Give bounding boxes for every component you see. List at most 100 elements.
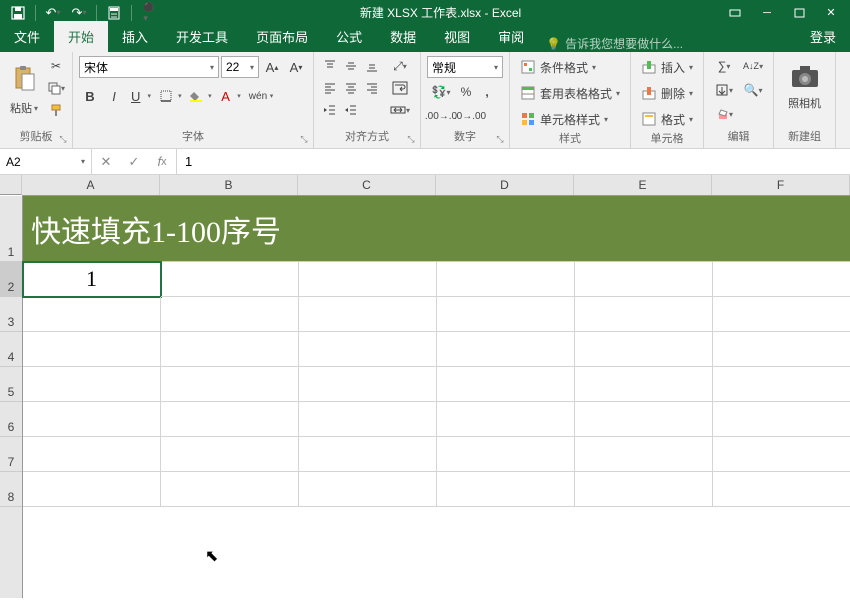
cell[interactable] — [299, 472, 437, 507]
row-header-4[interactable]: 4 — [0, 332, 22, 367]
conditional-format-button[interactable]: 条件格式▾ — [516, 56, 624, 78]
tell-me-search[interactable]: 💡告诉我您想要做什么... — [538, 35, 796, 52]
fill-color-icon[interactable]: ▾ — [187, 85, 215, 107]
tab-formulas[interactable]: 公式 — [322, 21, 376, 52]
cell[interactable] — [713, 367, 850, 402]
cell[interactable] — [437, 402, 575, 437]
tab-review[interactable]: 审阅 — [484, 21, 538, 52]
tab-view[interactable]: 视图 — [430, 21, 484, 52]
cell[interactable] — [437, 297, 575, 332]
tab-data[interactable]: 数据 — [376, 21, 430, 52]
cell[interactable] — [23, 402, 161, 437]
cell-styles-button[interactable]: 单元格样式▾ — [516, 108, 624, 130]
col-header-f[interactable]: F — [712, 175, 850, 195]
decrease-indent-icon[interactable] — [320, 100, 340, 120]
cell[interactable] — [575, 472, 713, 507]
number-format-select[interactable]: 常规▾ — [427, 56, 503, 78]
insert-cells-button[interactable]: 插入▾ — [637, 56, 697, 78]
orientation-icon[interactable]: ⤢▾ — [386, 56, 414, 76]
cell[interactable] — [161, 297, 299, 332]
fx-icon[interactable]: fx — [148, 154, 176, 169]
cell[interactable] — [437, 367, 575, 402]
cancel-formula-icon[interactable]: ✕ — [92, 154, 120, 170]
cell[interactable] — [161, 367, 299, 402]
sort-filter-icon[interactable]: A↓Z▾ — [739, 56, 767, 76]
font-color-icon[interactable]: A▾ — [217, 85, 245, 107]
col-header-e[interactable]: E — [574, 175, 712, 195]
find-select-icon[interactable]: 🔍▾ — [739, 80, 767, 100]
italic-icon[interactable]: I — [103, 85, 125, 107]
cell[interactable] — [299, 402, 437, 437]
accounting-format-icon[interactable]: 💱▾ — [427, 82, 455, 102]
cell[interactable] — [161, 402, 299, 437]
cell[interactable] — [299, 332, 437, 367]
cell[interactable] — [575, 332, 713, 367]
ribbon-options-icon[interactable] — [720, 2, 750, 24]
align-center-icon[interactable] — [341, 78, 361, 98]
number-launcher-icon[interactable]: ⤡ — [493, 132, 507, 146]
cell[interactable] — [23, 437, 161, 472]
cell[interactable] — [713, 402, 850, 437]
table-format-button[interactable]: 套用表格格式▾ — [516, 82, 624, 104]
comma-icon[interactable]: , — [477, 82, 497, 102]
cell[interactable] — [713, 332, 850, 367]
row-header-1[interactable]: 1 — [0, 196, 22, 262]
paste-label[interactable]: 粘贴▾ — [10, 100, 38, 116]
row-header-8[interactable]: 8 — [0, 472, 22, 507]
font-launcher-icon[interactable]: ⤡ — [297, 132, 311, 146]
cell[interactable] — [161, 332, 299, 367]
underline-icon[interactable]: U▾ — [127, 85, 155, 107]
cell[interactable] — [575, 262, 713, 297]
col-header-c[interactable]: C — [298, 175, 436, 195]
row-header-7[interactable]: 7 — [0, 437, 22, 472]
align-bottom-icon[interactable] — [362, 56, 382, 76]
align-right-icon[interactable] — [362, 78, 382, 98]
cell[interactable] — [161, 437, 299, 472]
cell[interactable] — [437, 437, 575, 472]
cell[interactable] — [575, 402, 713, 437]
format-cells-button[interactable]: 格式▾ — [637, 108, 697, 130]
increase-decimal-icon[interactable]: .00→.0 — [427, 106, 455, 126]
cell[interactable] — [23, 332, 161, 367]
formula-input[interactable]: 1 — [177, 149, 850, 174]
font-size-select[interactable]: 22▾ — [221, 56, 259, 78]
cell[interactable] — [23, 472, 161, 507]
enter-formula-icon[interactable]: ✓ — [120, 154, 148, 170]
fill-icon[interactable]: ▾ — [710, 80, 738, 100]
cell-a2[interactable]: 1 — [23, 262, 161, 297]
cell[interactable] — [23, 367, 161, 402]
align-left-icon[interactable] — [320, 78, 340, 98]
font-family-select[interactable]: 宋体▾ — [79, 56, 219, 78]
decrease-decimal-icon[interactable]: .0→.00 — [456, 106, 484, 126]
border-icon[interactable]: ▾ — [157, 85, 185, 107]
phonetic-icon[interactable]: wén▾ — [247, 85, 275, 107]
cell[interactable] — [437, 472, 575, 507]
cell[interactable] — [299, 262, 437, 297]
col-header-b[interactable]: B — [160, 175, 298, 195]
cell[interactable] — [299, 367, 437, 402]
row-header-2[interactable]: 2 — [0, 262, 22, 297]
cell[interactable] — [23, 297, 161, 332]
tab-file[interactable]: 文件 — [0, 21, 54, 52]
login-button[interactable]: 登录 — [796, 21, 850, 52]
cell[interactable] — [713, 472, 850, 507]
cell[interactable] — [299, 297, 437, 332]
format-painter-icon[interactable] — [46, 100, 66, 120]
increase-indent-icon[interactable] — [341, 100, 361, 120]
cell[interactable] — [161, 472, 299, 507]
camera-button[interactable] — [789, 62, 821, 93]
clipboard-launcher-icon[interactable]: ⤡ — [56, 132, 70, 146]
increase-font-icon[interactable]: A▴ — [261, 56, 283, 78]
cut-icon[interactable]: ✂ — [46, 56, 66, 76]
row-header-5[interactable]: 5 — [0, 367, 22, 402]
clear-icon[interactable]: ▾ — [710, 104, 738, 124]
cell[interactable] — [437, 262, 575, 297]
autosum-icon[interactable]: ∑▾ — [710, 56, 738, 76]
merged-title-cell[interactable]: 快速填充1-100序号 — [23, 196, 850, 262]
cell[interactable] — [437, 332, 575, 367]
alignment-launcher-icon[interactable]: ⤡ — [404, 132, 418, 146]
cell[interactable] — [713, 437, 850, 472]
bold-icon[interactable]: B — [79, 85, 101, 107]
cell[interactable] — [161, 262, 299, 297]
wrap-text-icon[interactable] — [386, 78, 414, 98]
